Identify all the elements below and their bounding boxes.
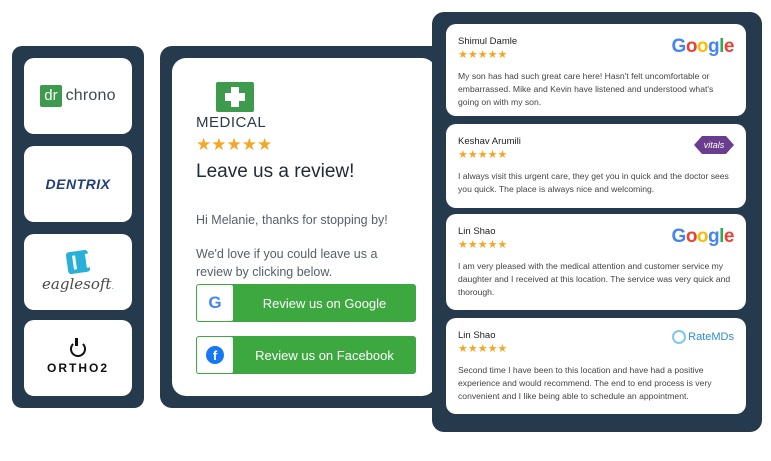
dentrix-logo: DENTRIX	[45, 176, 111, 192]
review-facebook-label: Review us on Facebook	[255, 347, 394, 363]
medical-cross-icon	[216, 82, 254, 112]
review-text: Second time I have been to this location…	[458, 365, 712, 401]
medical-logo: MEDICAL	[196, 82, 414, 131]
review-stars: ★★★★★	[458, 149, 508, 161]
drchrono-logo-suffix: chrono	[65, 87, 116, 104]
ortho2-logo: ORTHO2	[46, 338, 109, 375]
review-google-label: Review us on Google	[262, 295, 387, 311]
ratemds-wordmark: RateMDs	[688, 331, 734, 343]
eaglesoft-mark-icon	[65, 249, 91, 275]
power-icon	[69, 338, 86, 357]
review-google-button[interactable]: G Review us on Google	[196, 284, 416, 322]
rating-stars: ★★★★★	[196, 135, 273, 154]
review-card: Shimul Damle ★★★★★ Google My son has had…	[446, 24, 746, 116]
facebook-icon: f	[206, 346, 224, 364]
drchrono-logo-card: dr chrono	[24, 58, 132, 134]
ratemds-logo: RateMDs	[672, 330, 734, 344]
ortho2-wordmark: ORTHO2	[46, 361, 109, 375]
review-text: I am very pleased with the medical atten…	[458, 261, 731, 297]
medical-logo-text: MEDICAL	[196, 114, 267, 131]
request-title: Leave us a review!	[196, 161, 355, 182]
review-facebook-button[interactable]: f Review us on Facebook	[196, 336, 416, 374]
eaglesoft-dot: .	[111, 281, 114, 291]
request-greeting: Hi Melanie, thanks for stopping by!	[196, 213, 388, 227]
review-card: Lin Shao ★★★★★ Google I am very pleased …	[446, 214, 746, 310]
eaglesoft-logo: eaglesoft.	[42, 249, 114, 293]
review-text: I always visit this urgent care, they ge…	[458, 171, 729, 194]
review-request-card: MEDICAL ★★★★★ Leave us a review! Hi Mela…	[172, 58, 436, 396]
drchrono-logo: dr chrono	[40, 85, 116, 107]
drchrono-logo-prefix: dr	[40, 85, 62, 107]
google-g-icon: G	[208, 293, 222, 312]
google-logo: Google	[671, 226, 735, 247]
ortho2-logo-card: ORTHO2	[24, 320, 132, 396]
eaglesoft-logo-card: eaglesoft.	[24, 234, 132, 310]
request-message: We'd love if you could leave us a review…	[196, 247, 378, 279]
ratemds-mark-icon	[672, 330, 687, 344]
eaglesoft-wordmark: eaglesoft	[42, 275, 112, 293]
dentrix-logo-card: DENTRIX	[24, 146, 132, 222]
review-text: My son has had such great care here! Has…	[458, 71, 714, 107]
vitals-logo: vitals	[694, 136, 734, 154]
review-card: Keshav Arumili ★★★★★ vitals I always vis…	[446, 124, 746, 208]
reviewer-name: Keshav Arumili	[458, 136, 521, 147]
review-card: Lin Shao ★★★★★ RateMDs Second time I hav…	[446, 318, 746, 414]
google-logo: Google	[671, 36, 735, 57]
